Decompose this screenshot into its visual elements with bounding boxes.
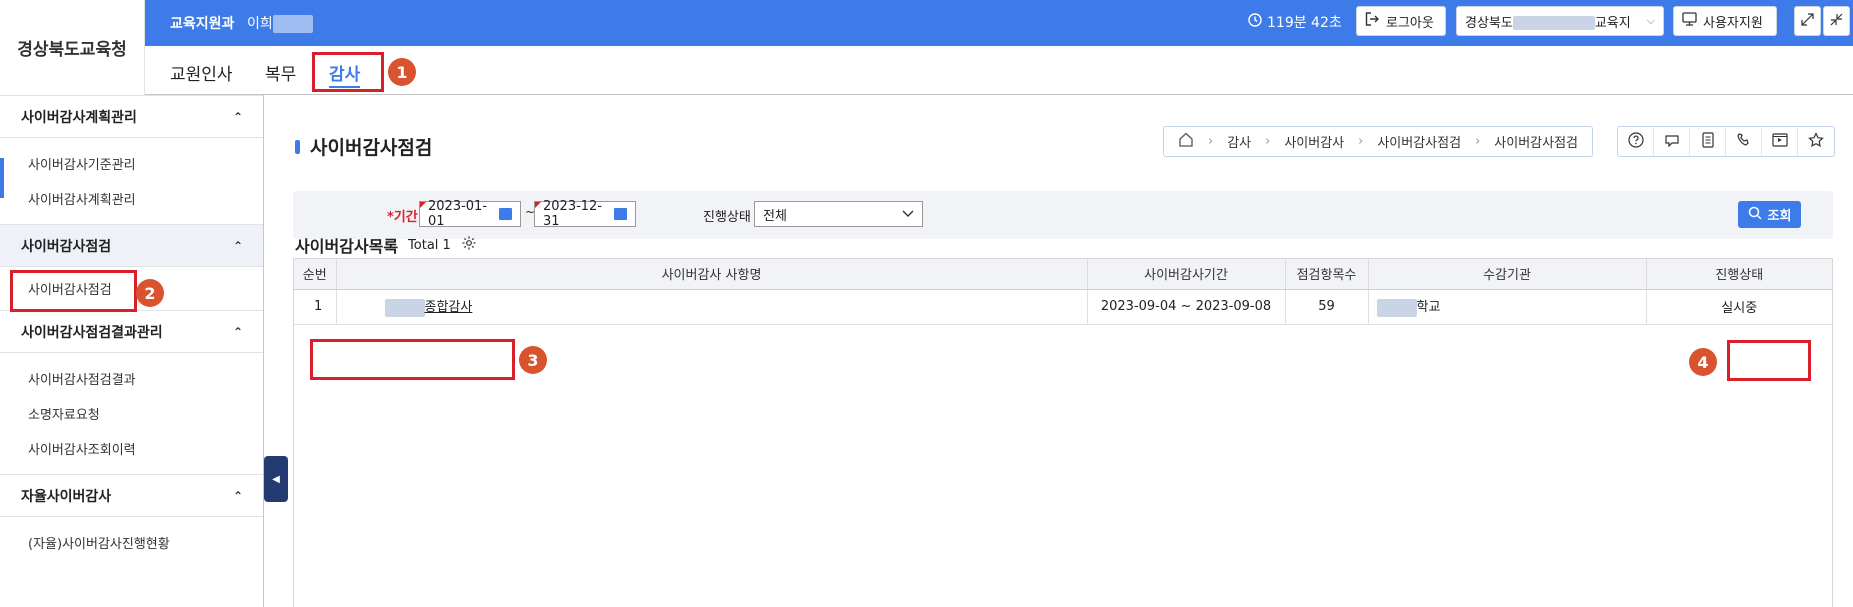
org-select[interactable]: 경상북도 교육지 ⌵	[1456, 6, 1664, 36]
status-select[interactable]: 전체	[754, 201, 923, 227]
step-badge-1: 1	[388, 58, 416, 86]
chevron-up-icon: ⌃	[232, 109, 243, 124]
column-header[interactable]: 점검항목수	[1285, 259, 1369, 290]
logout-icon	[1365, 12, 1380, 30]
start-date-field[interactable]: 2023-01-01	[419, 199, 521, 229]
department-label: 교육지원과	[170, 16, 235, 32]
document-icon	[1701, 131, 1714, 152]
page-title: 사이버감사점검	[295, 133, 432, 160]
column-header[interactable]: 사이버감사기간	[1087, 259, 1286, 290]
sidebar-item-criteria[interactable]: 사이버감사기준관리	[0, 146, 263, 181]
column-header[interactable]: 진행상태	[1646, 259, 1832, 290]
sidebar-item-results[interactable]: 사이버감사점검결과	[0, 361, 263, 396]
session-timer: 119분 42초	[1248, 12, 1342, 32]
highlight-box-status	[1727, 340, 1811, 381]
manual-button[interactable]	[1690, 127, 1726, 156]
period-label: *기간	[387, 210, 418, 225]
sidebar-item-history[interactable]: 사이버감사조회이력	[0, 431, 263, 466]
list-title: 사이버감사목록	[295, 237, 399, 256]
status-cell: 실시중	[1646, 289, 1832, 325]
tab-teacher-hr[interactable]: 교원인사	[170, 60, 233, 85]
chevron-up-icon: ⌃	[232, 324, 243, 339]
video-icon	[1771, 132, 1788, 151]
end-date-field[interactable]: 2023-12-31	[534, 199, 636, 229]
chevron-down-icon: ⌵	[1646, 14, 1655, 27]
step-badge-2: 2	[136, 279, 164, 307]
clock-icon	[1248, 13, 1262, 31]
step-badge-3: 3	[519, 346, 547, 374]
inspection-count: 59	[1285, 289, 1369, 325]
help-icon	[1627, 131, 1644, 152]
table-row[interactable]: 1 종합감사 2023-09-04 ~ 2023-09-08 59 학교 실시중	[294, 289, 1832, 325]
phone-icon	[1736, 132, 1752, 152]
audit-period: 2023-09-04 ~ 2023-09-08	[1087, 289, 1286, 325]
chat-icon	[1664, 133, 1680, 151]
logo[interactable]: 경상북도교육청	[0, 0, 145, 95]
calendar-icon[interactable]	[613, 208, 627, 220]
sidebar: 사이버감사계획관리 ⌃ 사이버감사기준관리 사이버감사계획관리 사이버감사점검 ⌃ …	[0, 95, 264, 607]
sidebar-item-plan[interactable]: 사이버감사계획관리	[0, 181, 263, 216]
sidebar-group-inspection[interactable]: 사이버감사점검 ⌃	[0, 224, 263, 267]
home-icon[interactable]	[1178, 132, 1194, 151]
audited-org: 학교	[1368, 289, 1647, 325]
sidebar-active-indicator	[0, 158, 4, 198]
breadcrumb-item[interactable]: 사이버감사	[1284, 132, 1344, 151]
user-name: 이희	[247, 13, 313, 33]
expand-button[interactable]	[1794, 6, 1821, 36]
user-support-button[interactable]: 사용자지원	[1673, 6, 1777, 36]
sidebar-group-self-audit[interactable]: 자율사이버감사 ⌃	[0, 474, 263, 517]
chevron-up-icon: ⌃	[232, 238, 243, 253]
list-header: 사이버감사목록 Total 1	[295, 233, 477, 257]
sidebar-item-explanation-request[interactable]: 소명자료요청	[0, 396, 263, 431]
highlight-box-audit-name	[310, 339, 515, 380]
calendar-icon[interactable]	[498, 208, 512, 220]
audit-name-cell: 종합감사	[336, 289, 1088, 325]
chevron-down-icon	[902, 207, 914, 222]
favorite-button[interactable]	[1798, 127, 1834, 156]
help-button[interactable]	[1618, 127, 1654, 156]
search-panel: *기간 2023-01-01 ~ 2023-12-31 진행상태 전체 조회	[293, 191, 1833, 239]
breadcrumb-item[interactable]: 사이버감사점검	[1377, 132, 1461, 151]
search-button[interactable]: 조회	[1738, 201, 1801, 228]
table-header-row: 순번 사이버감사 사항명 사이버감사기간 점검항목수 수감기관 진행상태	[294, 259, 1832, 290]
search-icon	[1748, 206, 1762, 224]
status-label: 진행상태	[703, 210, 751, 225]
column-header[interactable]: 사이버감사 사항명	[336, 259, 1088, 290]
breadcrumb-item[interactable]: 사이버감사점검	[1494, 132, 1578, 151]
chat-button[interactable]	[1654, 127, 1690, 156]
audit-name-link[interactable]: 종합감사	[425, 300, 473, 315]
breadcrumb-item[interactable]: 감사	[1227, 132, 1251, 151]
column-header[interactable]: 수감기관	[1368, 259, 1647, 290]
page-toolbar	[1617, 126, 1835, 157]
top-header: 교육지원과 이희 119분 42초 로그아웃 경상북도 교육지 ⌵ 사용자지원	[0, 0, 1853, 46]
audit-table: 순번 사이버감사 사항명 사이버감사기간 점검항목수 수감기관 진행상태 1 종…	[293, 258, 1833, 607]
monitor-icon	[1682, 12, 1697, 30]
sidebar-group-plan[interactable]: 사이버감사계획관리 ⌃	[0, 95, 263, 138]
collapse-button[interactable]	[1823, 6, 1850, 36]
highlight-box-sidebar-item	[10, 270, 137, 312]
sidebar-group-results[interactable]: 사이버감사점검결과관리 ⌃	[0, 310, 263, 353]
tab-service[interactable]: 복무	[265, 60, 296, 85]
column-header[interactable]: 순번	[294, 259, 337, 290]
row-number: 1	[294, 289, 337, 325]
sidebar-item-self-audit-status[interactable]: (자율)사이버감사진행현황	[0, 525, 263, 560]
star-icon	[1808, 131, 1824, 152]
call-button[interactable]	[1726, 127, 1762, 156]
expand-icon	[1801, 12, 1814, 30]
highlight-box-audit-tab	[312, 52, 384, 92]
breadcrumb: › 감사 › 사이버감사 › 사이버감사점검 › 사이버감사점검	[1163, 126, 1594, 157]
collapse-icon	[1830, 13, 1843, 30]
logout-button[interactable]: 로그아웃	[1356, 6, 1446, 36]
total-count: Total 1	[408, 237, 451, 253]
settings-icon[interactable]	[461, 235, 477, 255]
step-badge-4: 4	[1689, 348, 1717, 376]
chevron-up-icon: ⌃	[232, 488, 243, 503]
video-button[interactable]	[1762, 127, 1798, 156]
